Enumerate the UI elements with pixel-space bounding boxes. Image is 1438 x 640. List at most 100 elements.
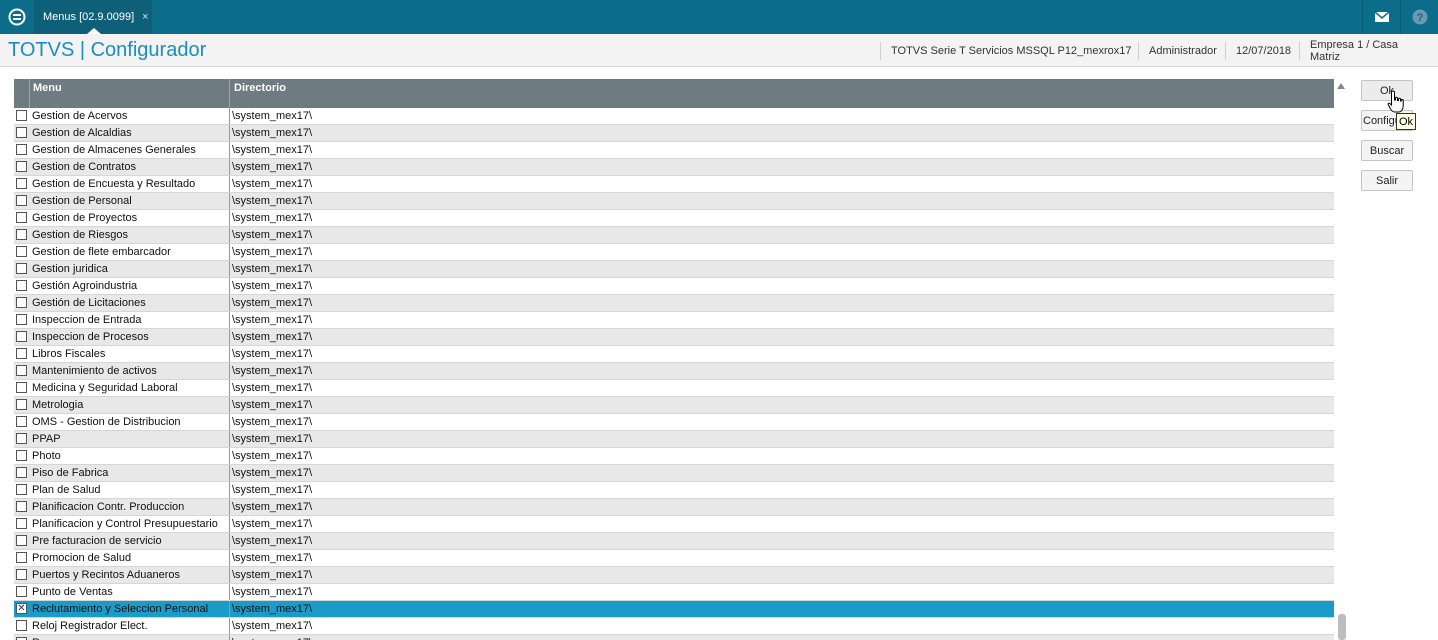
menu-cell: Gestion de Personal xyxy=(30,193,230,209)
table-row[interactable]: Gestion de flete embarcador \system_mex17… xyxy=(14,244,1334,261)
row-checkbox[interactable] xyxy=(16,195,27,206)
table-row[interactable]: Ro...\system_mex17\ xyxy=(14,635,1334,640)
row-checkbox[interactable] xyxy=(16,280,27,291)
exit-button[interactable]: Salir xyxy=(1361,170,1413,191)
table-row[interactable]: Reloj Registrador Elect. \system_mex17\ xyxy=(14,618,1334,635)
table-row[interactable]: Piso de Fabrica \system_mex17\ xyxy=(14,465,1334,482)
row-checkbox[interactable] xyxy=(16,144,27,155)
table-row[interactable]: Inspeccion de Entrada \system_mex17\ xyxy=(14,312,1334,329)
help-icon: ? xyxy=(1412,9,1427,25)
menu-cell: Photo xyxy=(30,448,230,464)
row-checkbox[interactable] xyxy=(16,450,27,461)
row-checkbox[interactable] xyxy=(16,399,27,410)
table-row[interactable]: Plan de Salud \system_mex17\ xyxy=(14,482,1334,499)
environment-label: TOTVS Serie T Servicios MSSQL P12_mexrox… xyxy=(880,42,1141,60)
tab-label: Menus [02.9.0099] xyxy=(43,11,135,23)
help-button[interactable]: ? xyxy=(1400,0,1438,34)
row-checkbox[interactable] xyxy=(16,229,27,240)
row-checkbox[interactable] xyxy=(16,416,27,427)
row-checkbox[interactable] xyxy=(16,433,27,444)
menu-cell: Gestion de Proyectos xyxy=(30,210,230,226)
row-checkbox[interactable] xyxy=(16,382,27,393)
directory-cell: \system_mex17\ xyxy=(232,314,313,326)
table-row[interactable]: Gestion de Riesgos \system_mex17\ xyxy=(14,227,1334,244)
directory-cell: \system_mex17\ xyxy=(232,144,313,156)
directory-cell: \system_mex17\ xyxy=(232,467,313,479)
vertical-scrollbar[interactable] xyxy=(1334,79,1350,640)
mail-button[interactable] xyxy=(1362,0,1400,34)
row-checkbox[interactable] xyxy=(16,161,27,172)
table-row[interactable]: Planificacion Contr. Produccion \system_m… xyxy=(14,499,1334,516)
row-checkbox[interactable] xyxy=(16,246,27,257)
table-row[interactable]: Medicina y Seguridad Laboral \system_mex1… xyxy=(14,380,1334,397)
table-row[interactable]: Gestión de Licitaciones \system_mex17\ xyxy=(14,295,1334,312)
table-row[interactable]: Photo \system_mex17\ xyxy=(14,448,1334,465)
table-row[interactable]: Gestion de Encuesta y Resultado \system_m… xyxy=(14,176,1334,193)
close-icon[interactable]: × xyxy=(142,11,148,23)
row-checkbox[interactable] xyxy=(16,263,27,274)
menu-cell: Reloj Registrador Elect. xyxy=(30,618,230,634)
row-checkbox[interactable] xyxy=(16,348,27,359)
row-checkbox[interactable] xyxy=(16,178,27,189)
scroll-thumb[interactable] xyxy=(1338,614,1346,640)
table-row[interactable]: Inspeccion de Procesos \system_mex17\ xyxy=(14,329,1334,346)
row-checkbox[interactable] xyxy=(16,535,27,546)
row-checkbox[interactable] xyxy=(16,297,27,308)
directory-cell: \system_mex17\ xyxy=(232,280,313,292)
row-checkbox[interactable] xyxy=(16,467,27,478)
table-row[interactable]: Gestion de Almacenes Generales \system_me… xyxy=(14,142,1334,159)
table-row[interactable]: OMS - Gestion de Distribucion \system_mex… xyxy=(14,414,1334,431)
table-row[interactable]: Metrologia \system_mex17\ xyxy=(14,397,1334,414)
table-row[interactable]: Libros Fiscales \system_mex17\ xyxy=(14,346,1334,363)
directory-cell: \system_mex17\ xyxy=(232,399,313,411)
column-header-directory[interactable]: Directorio xyxy=(231,79,1334,108)
directory-cell: \system_mex17\ xyxy=(232,246,313,258)
row-checkbox[interactable]: ✕ xyxy=(16,603,27,614)
table-row[interactable]: Punto de Ventas \system_mex17\ xyxy=(14,584,1334,601)
table-row[interactable]: Gestion de Personal \system_mex17\ xyxy=(14,193,1334,210)
table-row[interactable]: Gestion juridica \system_mex17\ xyxy=(14,261,1334,278)
menu-cell: Promocion de Salud xyxy=(30,550,230,566)
table-row[interactable]: Puertos y Recintos Aduaneros \system_mex1… xyxy=(14,567,1334,584)
row-checkbox[interactable] xyxy=(16,518,27,529)
mail-icon xyxy=(1374,12,1389,22)
directory-cell: \system_mex17\ xyxy=(232,569,313,581)
directory-cell: \system_mex17\ xyxy=(232,450,313,462)
page-title: TOTVS | Configurador xyxy=(8,39,207,61)
scroll-up-icon[interactable] xyxy=(1337,83,1345,89)
row-checkbox[interactable] xyxy=(16,569,27,580)
table-row[interactable]: Mantenimiento de activos \system_mex17\ xyxy=(14,363,1334,380)
row-checkbox[interactable] xyxy=(16,620,27,631)
row-checkbox[interactable] xyxy=(16,314,27,325)
table-row[interactable]: Promocion de Salud \system_mex17\ xyxy=(14,550,1334,567)
directory-cell: \system_mex17\ xyxy=(232,365,313,377)
table-row[interactable]: Gestion de Proyectos \system_mex17\ xyxy=(14,210,1334,227)
totvs-logo-icon[interactable] xyxy=(0,0,34,34)
table-row[interactable]: ✕ Reclutamiento y Seleccion Personal \syst… xyxy=(14,601,1334,618)
table-row[interactable]: Gestion de Acervos \system_mex17\ xyxy=(14,108,1334,125)
table-row[interactable]: PPAP \system_mex17\ xyxy=(14,431,1334,448)
search-button[interactable]: Buscar xyxy=(1361,140,1413,161)
row-checkbox[interactable] xyxy=(16,212,27,223)
row-checkbox[interactable] xyxy=(16,127,27,138)
menu-cell: Punto de Ventas xyxy=(30,584,230,600)
table-row[interactable]: Planificacion y Control Presupuestario \s… xyxy=(14,516,1334,533)
table-row[interactable]: Gestión Agroindustria \system_mex17\ xyxy=(14,278,1334,295)
table-row[interactable]: Gestion de Contratos \system_mex17\ xyxy=(14,159,1334,176)
menu-cell: Pre facturacion de servicio xyxy=(30,533,230,549)
row-checkbox[interactable] xyxy=(16,501,27,512)
row-checkbox[interactable] xyxy=(16,110,27,121)
table-row[interactable]: Pre facturacion de servicio \system_mex17… xyxy=(14,533,1334,550)
table-row[interactable]: Gestion de Alcaldias \system_mex17\ xyxy=(14,125,1334,142)
directory-cell: \system_mex17\ xyxy=(232,382,313,394)
row-checkbox[interactable] xyxy=(16,365,27,376)
menu-cell: Gestión Agroindustria xyxy=(30,278,230,294)
row-checkbox[interactable] xyxy=(16,484,27,495)
row-checkbox[interactable] xyxy=(16,552,27,563)
directory-cell: \system_mex17\ xyxy=(232,484,313,496)
directory-cell: \system_mex17\ xyxy=(232,348,313,360)
select-column-header[interactable] xyxy=(14,79,30,108)
row-checkbox[interactable] xyxy=(16,331,27,342)
column-header-menu[interactable]: Menu xyxy=(30,79,230,108)
row-checkbox[interactable] xyxy=(16,586,27,597)
